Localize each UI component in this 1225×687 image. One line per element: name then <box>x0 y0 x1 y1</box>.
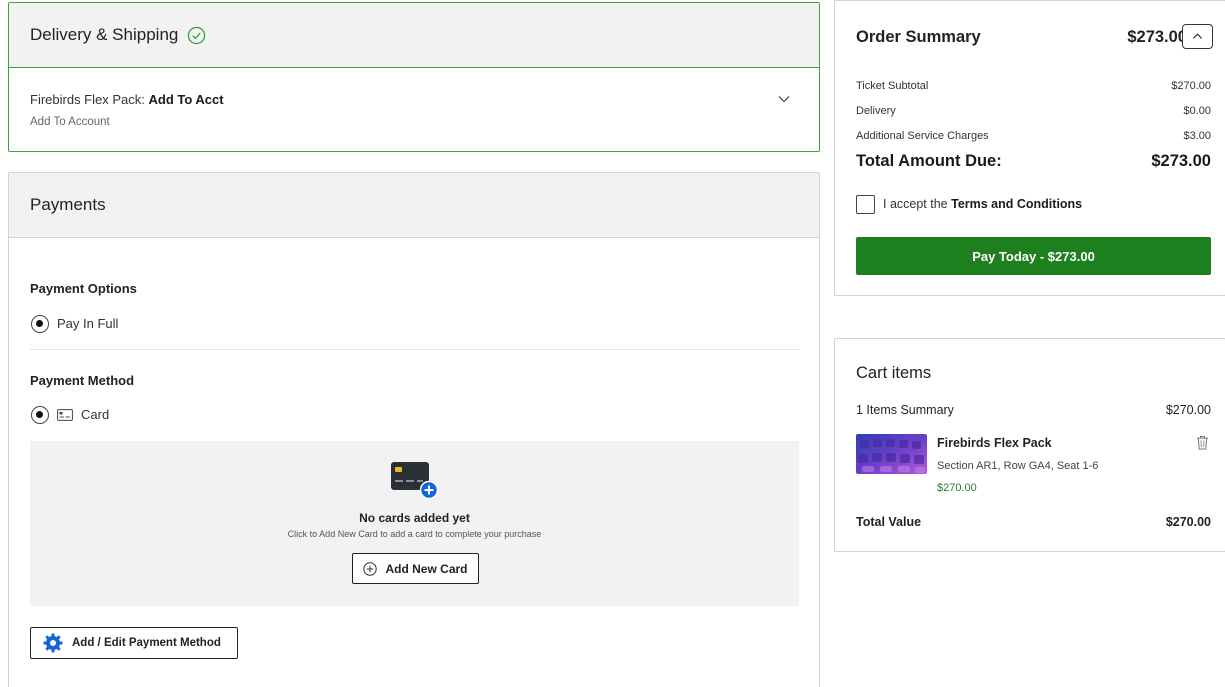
cart-summary-row: 1 Items Summary $270.00 <box>856 403 1211 417</box>
cart-summary-value: $270.00 <box>1165 403 1211 417</box>
add-edit-payment-method-button[interactable]: Add / Edit Payment Method <box>30 627 238 659</box>
delivery-title: Delivery & Shipping <box>30 25 179 44</box>
summary-row-label: Ticket Subtotal <box>856 80 929 92</box>
gear-icon <box>43 633 63 653</box>
pay-in-full-radio[interactable] <box>31 315 49 333</box>
delivery-header: Delivery & Shipping <box>9 3 819 68</box>
pay-today-button[interactable]: Pay Today - $273.00 <box>856 237 1211 275</box>
summary-row-ticket-subtotal: Ticket Subtotal $270.00 <box>856 80 1211 92</box>
order-summary-title: Order Summary <box>856 28 981 46</box>
chevron-up-icon <box>1192 33 1203 39</box>
order-summary-total: $273.00 <box>1127 28 1187 46</box>
check-circle-icon <box>188 26 206 44</box>
cart-items-card: Cart items 1 Items Summary $270.00 Fireb… <box>834 338 1225 552</box>
arena-seats-image <box>856 434 927 474</box>
no-cards-title: No cards added yet <box>359 511 470 525</box>
total-amount-due-label: Total Amount Due: <box>856 152 1002 170</box>
cart-item-price: $270.00 <box>937 482 977 494</box>
add-card-wallet-icon <box>391 462 439 500</box>
no-cards-panel: No cards added yet Click to Add New Card… <box>30 441 799 606</box>
add-edit-payment-method-label: Add / Edit Payment Method <box>72 637 221 649</box>
terms-prefix: I accept the <box>883 197 952 211</box>
credit-card-icon <box>57 409 73 421</box>
collapse-summary-button[interactable] <box>1182 24 1213 49</box>
chevron-down-icon[interactable] <box>777 92 791 106</box>
summary-row-value: $0.00 <box>1183 105 1211 117</box>
summary-row-label: Delivery <box>856 105 896 117</box>
summary-row-service-charges: Additional Service Charges $3.00 <box>856 130 1211 142</box>
cart-total-value: $270.00 <box>1165 515 1211 529</box>
add-new-card-label: Add New Card <box>385 561 468 576</box>
cart-item-name: Firebirds Flex Pack <box>937 436 1052 450</box>
trash-icon[interactable] <box>1196 435 1209 450</box>
order-summary-card: Order Summary $273.00 Ticket Subtotal $2… <box>834 0 1225 296</box>
plus-circle-icon <box>363 561 378 576</box>
payments-divider <box>30 349 800 350</box>
delivery-item-line: Firebirds Flex Pack: Add To Acct <box>30 92 224 107</box>
delivery-shipping-card: Delivery & Shipping Firebirds Flex Pack:… <box>8 2 820 152</box>
card-method-radio[interactable] <box>31 406 49 424</box>
cart-item-seat: Section AR1, Row GA4, Seat 1-6 <box>937 460 1099 472</box>
item-thumbnail <box>856 434 927 474</box>
terms-link[interactable]: Terms and Conditions <box>951 197 1082 211</box>
terms-text: I accept the Terms and Conditions <box>883 197 1082 211</box>
summary-row-delivery: Delivery $0.00 <box>856 105 1211 117</box>
cart-items-title: Cart items <box>856 364 932 382</box>
pay-in-full-label[interactable]: Pay In Full <box>57 316 118 331</box>
payment-options-label: Payment Options <box>30 281 137 296</box>
delivery-body[interactable]: Firebirds Flex Pack: Add To Acct Add To … <box>9 68 819 152</box>
delivery-item-name: Firebirds Flex Pack <box>30 92 142 107</box>
card-method-label[interactable]: Card <box>81 407 109 422</box>
delivery-item-method: Add To Acct <box>148 92 224 107</box>
no-cards-description: Click to Add New Card to add a card to c… <box>287 529 542 539</box>
cart-summary-label: 1 Items Summary <box>856 403 954 417</box>
payments-title: Payments <box>30 195 106 214</box>
cart-total-row: Total Value $270.00 <box>856 515 1211 529</box>
summary-row-label: Additional Service Charges <box>856 130 989 142</box>
payment-method-label: Payment Method <box>30 373 135 388</box>
payments-card: Payments Payment Options Pay In Full Pay… <box>8 172 820 687</box>
total-amount-due-row: Total Amount Due: $273.00 <box>856 152 1211 171</box>
payments-header: Payments <box>9 173 819 238</box>
summary-row-value: $270.00 <box>1171 80 1211 92</box>
total-amount-due-value: $273.00 <box>1151 152 1211 170</box>
terms-checkbox[interactable] <box>856 195 875 214</box>
cart-total-label: Total Value <box>856 515 922 529</box>
add-new-card-button[interactable]: Add New Card <box>352 553 479 584</box>
summary-row-value: $3.00 <box>1183 130 1211 142</box>
delivery-item-subtitle: Add To Account <box>30 116 110 128</box>
